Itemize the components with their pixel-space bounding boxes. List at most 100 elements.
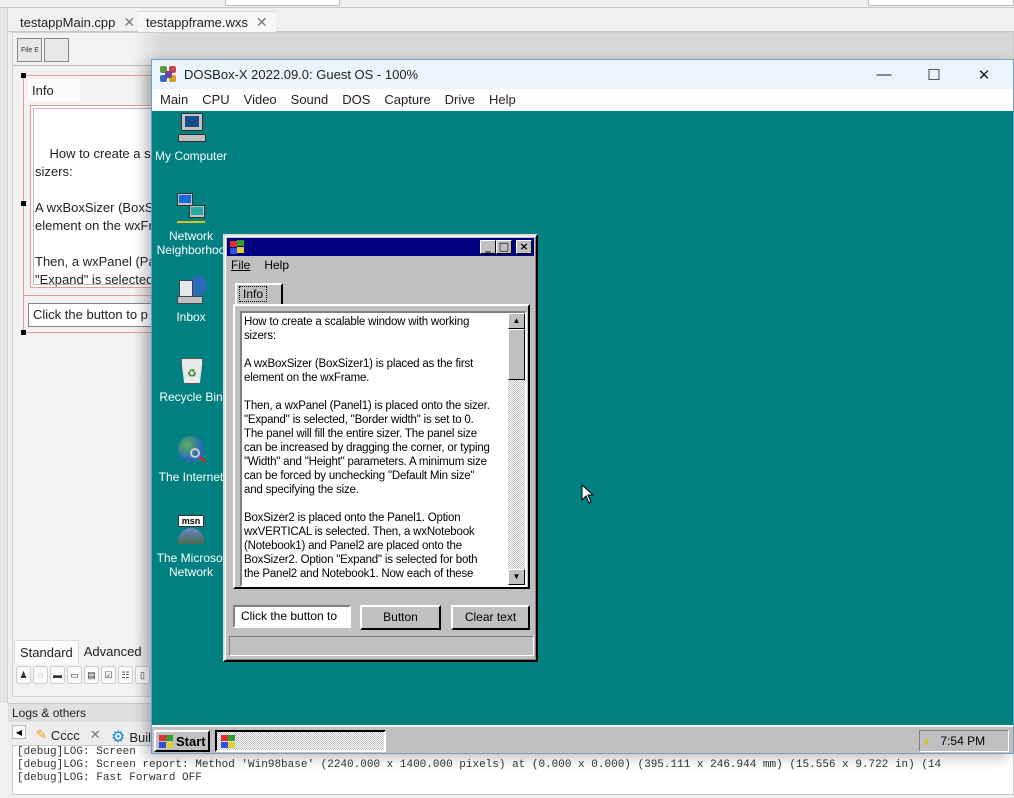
menu-sound[interactable]: Sound: [291, 89, 336, 111]
tab-label: Buil: [129, 729, 152, 745]
palette-tab-advanced[interactable]: Advanced: [79, 640, 147, 664]
test-app-window: _ □ × File Help Info How to create a sca…: [223, 234, 538, 662]
scroll-thumb[interactable]: [508, 329, 525, 380]
preview-notebook-tab[interactable]: Info: [28, 79, 80, 101]
dosbox-titlebar[interactable]: DOSBox-X 2022.09.0: Guest OS - 100% — ☐ …: [152, 60, 1013, 89]
tab-label: testappframe.wxs: [146, 15, 248, 30]
desktop-icon-recycle-bin[interactable]: ♻ Recycle Bin: [152, 354, 230, 404]
checkbox-icon[interactable]: ☑: [101, 666, 116, 684]
toolbar-search-field[interactable]: [868, 0, 1014, 6]
combo-icon[interactable]: ▯: [135, 666, 150, 684]
wxs-frame-button[interactable]: [44, 38, 69, 62]
log-line: [debug]LOG: Fast Forward OFF: [17, 772, 202, 784]
desktop-icon-network-neighborhood[interactable]: Network Neighborhoo: [152, 193, 230, 257]
taskbar: Start 🔈︎ 7:54 PM: [152, 725, 1013, 753]
taskbar-item-test-app[interactable]: [215, 730, 386, 752]
text-ctrl-icon[interactable]: ▬: [50, 666, 65, 684]
maximize-button[interactable]: ☐: [910, 60, 958, 89]
desktop-icon-my-computer[interactable]: My Computer: [152, 113, 230, 163]
gear-icon: ⚙: [111, 729, 126, 746]
dosbox-logo-icon: [160, 65, 178, 84]
guest-desktop[interactable]: My Computer Network Neighborhoo Inbox ♻ …: [152, 111, 1013, 753]
wxs-file-button[interactable]: File E: [17, 38, 42, 62]
start-label: Start: [176, 733, 206, 749]
icon-label: Recycle Bin: [159, 390, 223, 404]
static-text-icon[interactable]: ♟: [16, 666, 31, 684]
textarea-border: [33, 108, 162, 285]
clock[interactable]: 7:54 PM: [940, 734, 985, 748]
maximize-button[interactable]: □: [496, 240, 512, 254]
menu-drive[interactable]: Drive: [445, 89, 482, 111]
desktop-icon-the-internet[interactable]: The Internet: [152, 434, 230, 484]
speaker-icon[interactable]: 🔈︎: [924, 733, 932, 750]
bitmap-button-icon[interactable]: ▤: [84, 666, 99, 684]
test-app-menubar: File Help: [231, 258, 289, 272]
scroll-up-button[interactable]: ▲: [508, 313, 525, 329]
info-textarea[interactable]: How to create a scalable window with wor…: [240, 311, 527, 587]
icon-label: The Internet: [158, 470, 224, 484]
resize-handle[interactable]: [21, 330, 26, 335]
tab-label: testappMain.cpp: [20, 14, 116, 30]
icon-label: Network Neighborhoo: [156, 229, 226, 257]
close-button[interactable]: ×: [516, 240, 532, 254]
recycle-bin-icon: ♻: [175, 354, 207, 386]
tab-testappframe-wxs[interactable]: testappframe.wxs ✕: [138, 11, 276, 33]
minimize-button[interactable]: _: [480, 240, 496, 254]
close-icon[interactable]: ✕: [123, 14, 135, 31]
toolbar-combo[interactable]: [225, 0, 340, 6]
icon-label: Inbox: [176, 310, 206, 324]
log-line: [debug]LOG: Screen report: Method 'Win98…: [17, 759, 942, 771]
menu-video[interactable]: Video: [244, 89, 284, 111]
tab-testappmain-cpp[interactable]: testappMain.cpp ✕: [12, 11, 143, 33]
dosbox-window: DOSBox-X 2022.09.0: Guest OS - 100% — ☐ …: [151, 59, 1014, 754]
preview-textarea[interactable]: How to create a scala sizers: A wxBoxSiz…: [30, 105, 163, 288]
ide-toolbar: [0, 0, 1014, 8]
menu-dos[interactable]: DOS: [342, 89, 377, 111]
test-app-titlebar[interactable]: _ □ ×: [227, 238, 534, 256]
preview-input[interactable]: Click the button to p: [28, 303, 163, 327]
network-icon: [175, 193, 207, 225]
ide-left-dock: [0, 8, 8, 703]
menu-capture[interactable]: Capture: [384, 89, 437, 111]
globe-icon: [175, 434, 207, 466]
scroll-left-icon[interactable]: ◀: [12, 725, 26, 739]
menu-file[interactable]: File: [231, 258, 250, 272]
window-title: DOSBox-X 2022.09.0: Guest OS - 100%: [184, 67, 419, 82]
menu-help[interactable]: Help: [264, 258, 289, 272]
desktop-icon-inbox[interactable]: Inbox: [152, 274, 230, 324]
tab-info[interactable]: Info: [235, 283, 283, 305]
radio-box-icon[interactable]: ☷: [118, 666, 133, 684]
vertical-scrollbar[interactable]: ▲ ▼: [508, 313, 525, 585]
minimize-button[interactable]: —: [860, 60, 908, 89]
app-icon: [230, 240, 246, 254]
text-input[interactable]: Click the button to: [233, 605, 351, 628]
logs-tab-cccc[interactable]: ✎ Cccc ✕: [36, 727, 101, 743]
scroll-down-button[interactable]: ▼: [508, 569, 525, 585]
close-icon[interactable]: ✕: [256, 14, 268, 31]
close-icon[interactable]: ✕: [90, 727, 101, 743]
logs-tab-build[interactable]: ⚙ Buil: [111, 727, 151, 747]
button[interactable]: Button: [360, 605, 441, 630]
menu-cpu[interactable]: CPU: [202, 89, 236, 111]
palette-tabs: Standard Advanced A: [14, 640, 165, 664]
mouse-cursor-icon: [581, 484, 595, 504]
sizer-outline: [23, 295, 163, 296]
menu-main[interactable]: Main: [160, 89, 195, 111]
windows-logo-icon: [158, 734, 174, 748]
close-button[interactable]: ✕: [960, 60, 1008, 89]
clear-text-button[interactable]: Clear text: [451, 605, 530, 630]
inbox-icon: [175, 274, 207, 306]
app-icon: [220, 734, 236, 748]
button-icon[interactable]: ▭: [67, 666, 82, 684]
icon-label: The Microsol Network: [156, 551, 226, 579]
resize-handle[interactable]: [21, 201, 26, 206]
palette-tab-standard[interactable]: Standard: [14, 640, 79, 664]
menu-help[interactable]: Help: [489, 89, 523, 111]
status-bar: [229, 636, 534, 656]
info-text: How to create a scalable window with wor…: [244, 316, 490, 580]
start-button[interactable]: Start: [154, 730, 210, 752]
tab-panel: How to create a scalable window with wor…: [233, 304, 530, 589]
spinner-icon[interactable]: ◌: [33, 666, 48, 684]
desktop-icon-msn[interactable]: msn The Microsol Network: [152, 515, 230, 579]
resize-handle[interactable]: [21, 73, 26, 78]
